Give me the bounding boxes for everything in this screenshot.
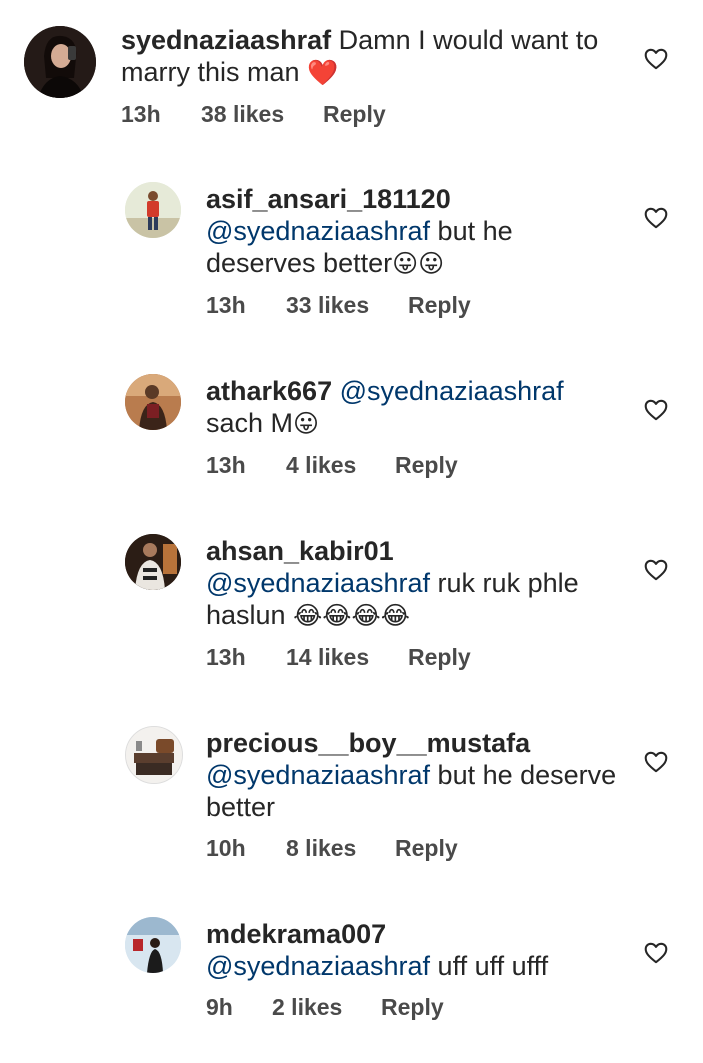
comment-meta: 10h 8 likes Reply xyxy=(206,835,626,862)
reply-button[interactable]: Reply xyxy=(323,101,386,128)
comment-meta: 9h 2 likes Reply xyxy=(206,994,626,1021)
comment-text: asif_ansari_181120 @syednaziaashraf but … xyxy=(206,183,626,280)
comment-time: 13h xyxy=(206,452,246,478)
emoji: 😛 xyxy=(293,409,320,438)
like-button[interactable] xyxy=(643,940,669,966)
profile-photo-icon xyxy=(24,26,96,98)
username[interactable]: syednaziaashraf xyxy=(121,25,331,55)
avatar[interactable] xyxy=(24,26,96,98)
like-button[interactable] xyxy=(643,397,669,423)
reply-button[interactable]: Reply xyxy=(395,835,458,862)
comment-meta: 13h 14 likes Reply xyxy=(206,644,626,671)
username[interactable]: precious__boy__mustafa xyxy=(206,727,626,759)
likes-count[interactable]: 8 likes xyxy=(286,835,395,862)
profile-photo-icon xyxy=(126,727,182,783)
username[interactable]: mdekrama007 xyxy=(206,918,626,950)
reply-button[interactable]: Reply xyxy=(408,644,471,671)
comment-time: 13h xyxy=(206,292,246,318)
comment-meta: 13h 33 likes Reply xyxy=(206,292,626,319)
mention-link[interactable]: @syednaziaashraf xyxy=(206,216,430,246)
comment-meta: 13h 38 likes Reply xyxy=(121,101,621,128)
avatar[interactable] xyxy=(125,374,181,430)
comment-text: syednaziaashraf Damn I would want to mar… xyxy=(121,24,621,89)
like-button[interactable] xyxy=(643,205,669,231)
mention-link[interactable]: @syednaziaashraf xyxy=(206,568,430,598)
comment-text: mdekrama007 @syednaziaashraf uff uff uff… xyxy=(206,918,626,982)
mention-link[interactable]: @syednaziaashraf xyxy=(206,951,430,981)
emoji: 😂😂😂😂 xyxy=(293,601,410,630)
heart-outline-icon xyxy=(644,207,668,229)
comment-text: precious__boy__mustafa @syednaziaashraf … xyxy=(206,727,626,823)
emoji: ❤️ xyxy=(307,58,339,87)
comment-text: athark667 @syednaziaashraf sach M😛 xyxy=(206,375,626,440)
comment-time: 13h xyxy=(206,644,246,670)
heart-outline-icon xyxy=(644,559,668,581)
like-button[interactable] xyxy=(643,557,669,583)
mention-link[interactable]: @syednaziaashraf xyxy=(206,760,430,790)
reply-button[interactable]: Reply xyxy=(408,292,471,319)
likes-count[interactable]: 4 likes xyxy=(286,452,395,479)
profile-photo-icon xyxy=(125,534,181,590)
heart-outline-icon xyxy=(644,48,668,70)
comment-body: uff uff ufff xyxy=(437,951,549,981)
comment-time: 9h xyxy=(206,994,233,1020)
avatar[interactable] xyxy=(125,726,183,784)
like-button[interactable] xyxy=(643,749,669,775)
comment-body: sach M xyxy=(206,408,294,438)
profile-photo-icon xyxy=(125,374,181,430)
username[interactable]: asif_ansari_181120 xyxy=(206,183,626,215)
heart-outline-icon xyxy=(644,751,668,773)
comment-time: 13h xyxy=(121,101,161,127)
reply-button[interactable]: Reply xyxy=(381,994,444,1021)
emoji: 😛😛 xyxy=(392,249,445,278)
likes-count[interactable]: 33 likes xyxy=(286,292,408,319)
profile-photo-icon xyxy=(125,182,181,238)
heart-outline-icon xyxy=(644,942,668,964)
likes-count[interactable]: 2 likes xyxy=(272,994,381,1021)
profile-photo-icon xyxy=(125,917,181,973)
avatar[interactable] xyxy=(125,534,181,590)
mention-link[interactable]: @syednaziaashraf xyxy=(340,376,564,406)
likes-count[interactable]: 38 likes xyxy=(201,101,323,128)
avatar[interactable] xyxy=(125,182,181,238)
comment-text: ahsan_kabir01 @syednaziaashraf ruk ruk p… xyxy=(206,535,626,632)
avatar[interactable] xyxy=(125,917,181,973)
reply-button[interactable]: Reply xyxy=(395,452,458,479)
heart-outline-icon xyxy=(644,399,668,421)
username[interactable]: athark667 xyxy=(206,376,332,406)
likes-count[interactable]: 14 likes xyxy=(286,644,408,671)
comment-time: 10h xyxy=(206,835,246,861)
like-button[interactable] xyxy=(643,46,669,72)
username[interactable]: ahsan_kabir01 xyxy=(206,535,626,567)
comment-meta: 13h 4 likes Reply xyxy=(206,452,626,479)
